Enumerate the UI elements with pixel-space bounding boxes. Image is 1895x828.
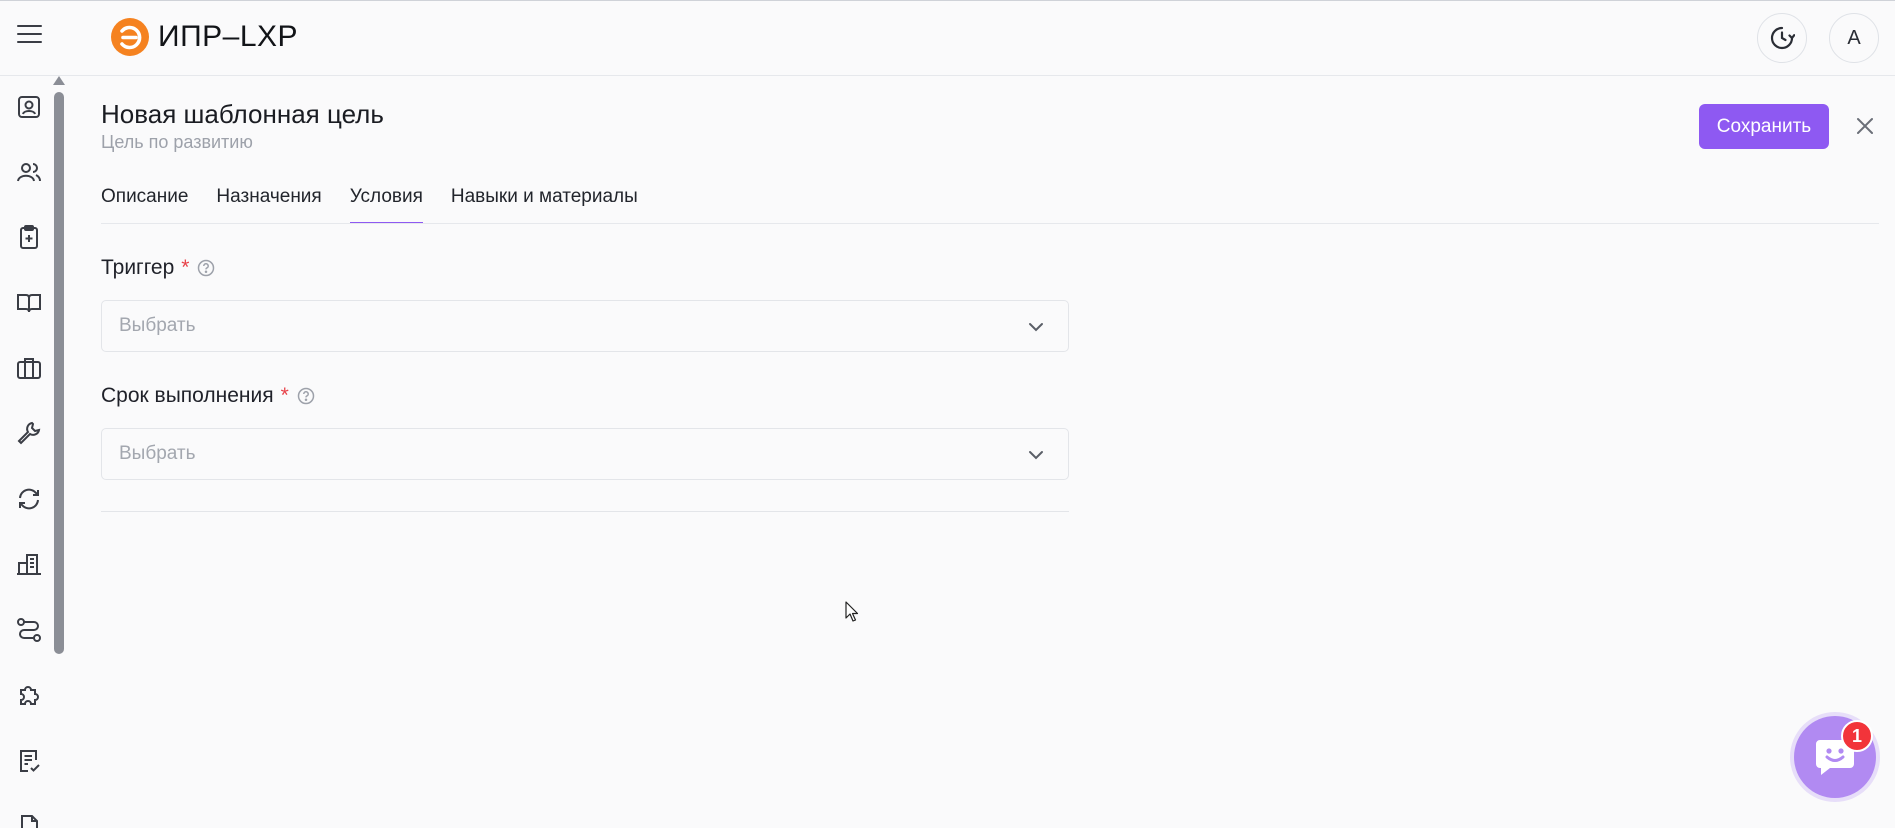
trigger-label: Триггер *	[101, 256, 215, 280]
tab-bar: Описание Назначения Условия Навыки и мат…	[101, 186, 666, 224]
sidebar-item-users[interactable]	[14, 157, 44, 187]
deadline-label-text: Срок выполнения	[101, 384, 274, 407]
deadline-label: Срок выполнения *	[101, 384, 315, 408]
trigger-select-placeholder: Выбрать	[119, 315, 196, 336]
history-button[interactable]	[1757, 13, 1807, 63]
sidebar-item-tracks[interactable]	[14, 615, 44, 645]
sidebar-item-tasks[interactable]	[14, 222, 44, 252]
history-icon	[1770, 26, 1795, 50]
trigger-label-text: Триггер	[101, 256, 175, 279]
required-mark: *	[181, 256, 190, 279]
app-logo[interactable]: ИПР–LXP	[110, 17, 298, 57]
route-icon	[17, 618, 41, 642]
profile-icon	[18, 96, 40, 118]
chevron-down-icon	[1029, 451, 1043, 460]
close-icon[interactable]	[1853, 114, 1877, 138]
sidebar-item-documents[interactable]	[14, 811, 44, 828]
users-icon	[17, 163, 41, 182]
form-divider	[101, 511, 1069, 512]
deadline-select-placeholder: Выбрать	[119, 443, 196, 464]
logo-text: ИПР–LXP	[158, 20, 299, 53]
refresh-icon	[19, 488, 39, 510]
briefcase-icon	[17, 358, 41, 379]
tabs-divider	[101, 223, 1879, 224]
trigger-select[interactable]: Выбрать	[101, 300, 1069, 352]
building-icon	[17, 554, 41, 575]
sidebar-item-profile[interactable]	[14, 92, 44, 122]
mouse-cursor-icon	[845, 601, 859, 622]
sidebar-item-organization[interactable]	[14, 549, 44, 579]
sidebar-scroll-up-arrow[interactable]	[53, 76, 65, 85]
menu-icon[interactable]	[17, 25, 42, 45]
deadline-select[interactable]: Выбрать	[101, 428, 1069, 480]
tab-skills-materials[interactable]: Навыки и материалы	[451, 186, 638, 224]
avatar[interactable]: А	[1829, 13, 1879, 63]
sidebar-item-portfolio[interactable]	[14, 353, 44, 383]
sidebar-item-sync[interactable]	[14, 484, 44, 514]
app-header: ИПР–LXP А	[0, 1, 1895, 76]
help-icon[interactable]	[297, 387, 315, 405]
sidebar-item-tools[interactable]	[14, 418, 44, 448]
wrench-icon	[17, 421, 41, 445]
checklist-icon	[20, 750, 40, 772]
logo-mark-icon	[111, 18, 149, 56]
page-subtitle: Цель по развитию	[101, 132, 253, 152]
required-mark: *	[280, 384, 289, 407]
help-icon[interactable]	[197, 259, 215, 277]
clipboard-plus-icon	[20, 225, 38, 249]
page-title: Новая шаблонная цель	[101, 99, 384, 129]
tab-description[interactable]: Описание	[101, 186, 188, 224]
document-icon	[21, 815, 38, 828]
tab-conditions[interactable]: Условия	[349, 186, 424, 224]
chat-notification-badge: 1	[1841, 720, 1873, 752]
tab-assignments[interactable]: Назначения	[216, 186, 321, 224]
sidebar-item-library[interactable]	[14, 288, 44, 318]
book-icon	[17, 294, 41, 313]
save-button[interactable]: Сохранить	[1699, 104, 1829, 149]
sidebar-item-integrations[interactable]	[14, 680, 44, 710]
chevron-down-icon	[1029, 323, 1043, 332]
sidebar-item-reports[interactable]	[14, 746, 44, 776]
puzzle-icon	[20, 686, 39, 705]
sidebar-scrollbar-thumb[interactable]	[54, 92, 64, 654]
